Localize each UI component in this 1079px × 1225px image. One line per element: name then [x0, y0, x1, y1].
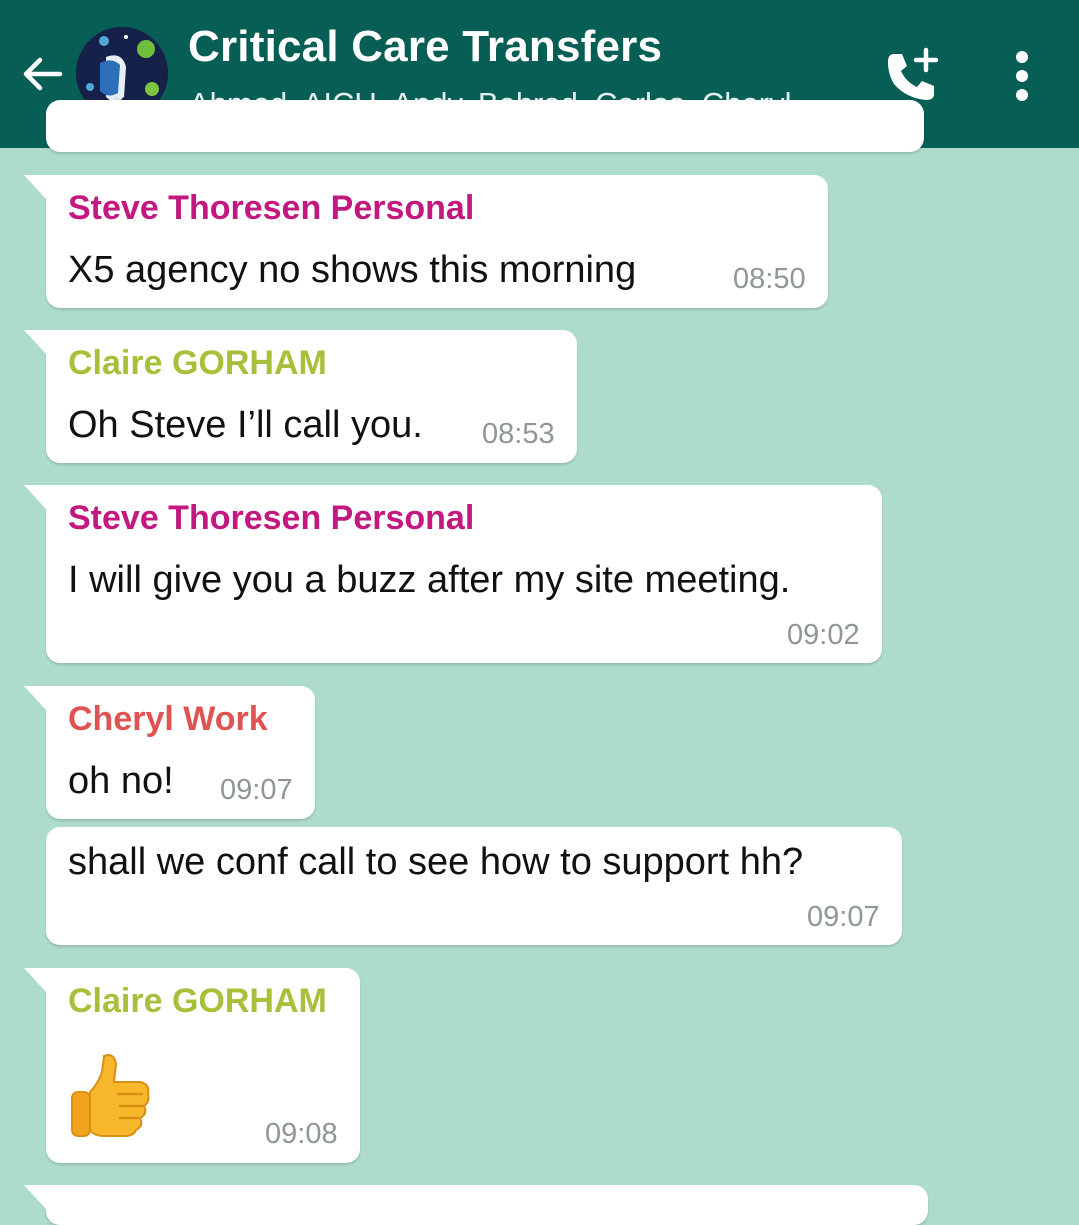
message-text: X5 agency no shows this morning — [68, 249, 637, 291]
message-text: I will give you a buzz after my site mee… — [68, 559, 791, 601]
message-time: 09:07 — [220, 774, 293, 806]
back-arrow-icon[interactable] — [18, 50, 66, 98]
message-sender[interactable]: Claire GORHAM — [68, 344, 327, 383]
previous-message-bubble[interactable] — [46, 100, 924, 152]
chat-title[interactable]: Critical Care Transfers — [188, 22, 662, 72]
add-call-icon[interactable] — [880, 44, 944, 108]
message-time: 09:02 — [787, 619, 860, 651]
message-bubble[interactable]: Claire GORHAM Oh Steve I’ll call you. 08… — [24, 330, 577, 463]
next-message-bubble[interactable] — [24, 1185, 928, 1225]
message-text: oh no! — [68, 760, 174, 802]
more-vert-icon[interactable] — [1000, 48, 1044, 104]
message-sender[interactable]: Cheryl Work — [68, 700, 268, 739]
message-sender[interactable]: Steve Thoresen Personal — [68, 189, 474, 228]
message-text: Oh Steve I’ll call you. — [68, 404, 423, 446]
message-bubble[interactable]: Steve Thoresen Personal I will give you … — [24, 485, 882, 663]
message-bubble[interactable]: shall we conf call to see how to support… — [46, 827, 902, 945]
message-bubble[interactable]: Steve Thoresen Personal X5 agency no sho… — [24, 175, 828, 308]
message-text: shall we conf call to see how to support… — [68, 841, 804, 883]
message-time: 08:50 — [733, 263, 806, 295]
thumbs-up-icon — [71, 1054, 150, 1137]
message-time: 08:53 — [482, 418, 555, 450]
message-time: 09:08 — [265, 1118, 338, 1150]
message-bubble[interactable]: Claire GORHAM 09:08 — [24, 968, 360, 1163]
message-sender[interactable]: Steve Thoresen Personal — [68, 499, 474, 538]
message-sender[interactable]: Claire GORHAM — [68, 982, 327, 1021]
message-bubble[interactable]: Cheryl Work oh no! 09:07 — [24, 686, 315, 819]
message-time: 09:07 — [807, 901, 880, 933]
